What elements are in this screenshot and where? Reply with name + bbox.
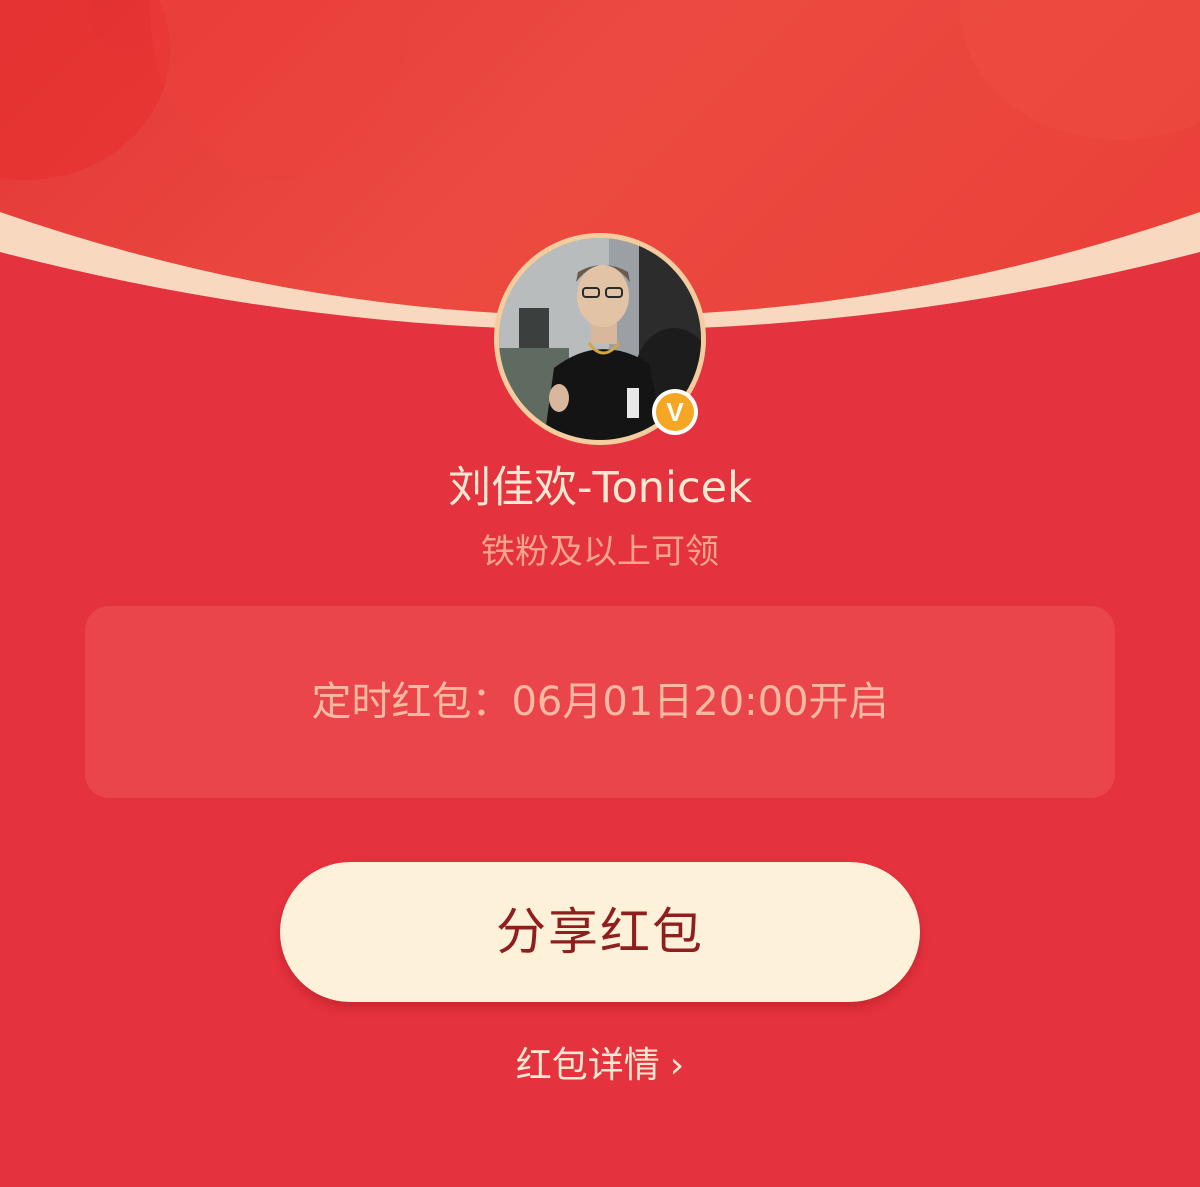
share-button-label: 分享红包 [496,904,704,960]
verified-badge-mark: V [656,393,694,431]
red-packet-details-link[interactable]: 红包详情 › [0,1040,1200,1092]
sender-name: 刘佳欢-Tonicek [448,463,752,513]
eligibility-text: 铁粉及以上可领 [481,532,719,572]
verified-badge-icon: V [652,389,698,435]
details-link-label: 红包详情 [515,1045,660,1086]
share-red-packet-button[interactable]: 分享红包 [280,862,920,1002]
schedule-panel: 定时红包：06月01日20:00开启 [85,606,1115,798]
schedule-text: 定时红包：06月01日20:00开启 [311,679,889,725]
chevron-right-icon: › [669,1045,685,1086]
